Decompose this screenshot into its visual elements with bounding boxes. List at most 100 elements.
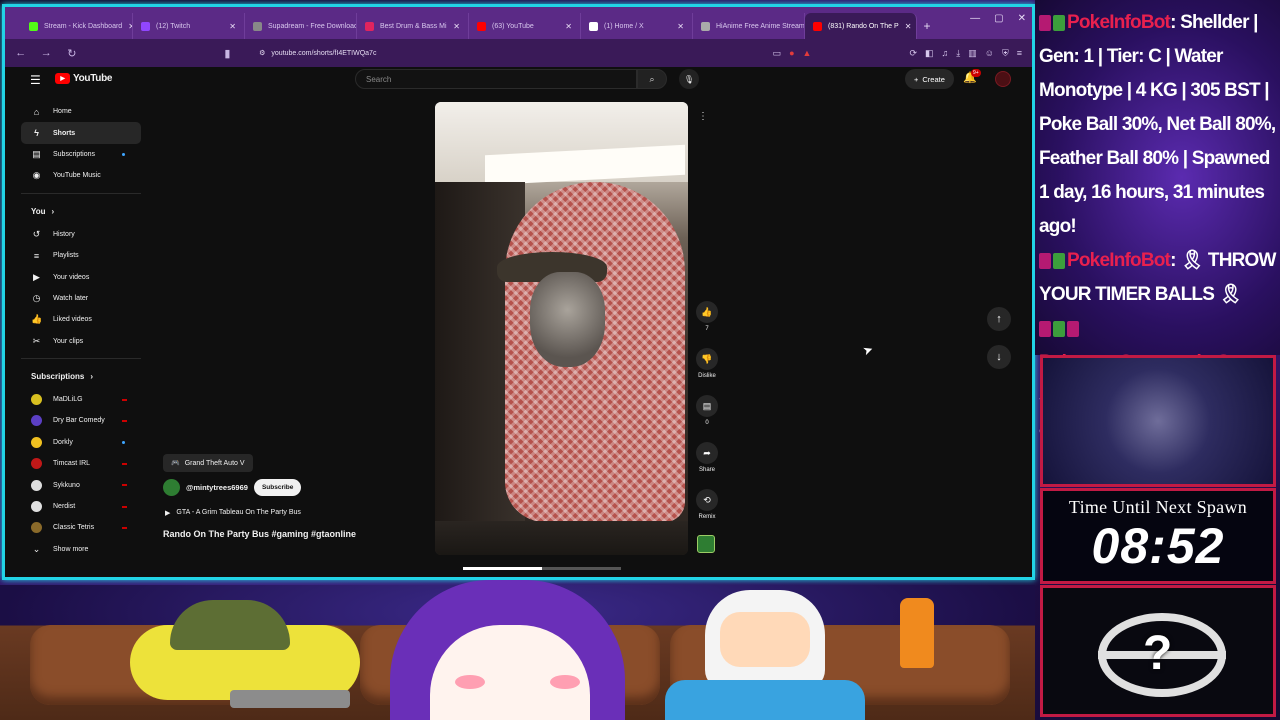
chat-badge-icon — [1053, 320, 1065, 337]
account-avatar[interactable] — [995, 71, 1011, 87]
browser-tab[interactable]: Best Drum & Bass Mi ✕ — [357, 13, 469, 39]
hamburger-menu-icon[interactable]: ☰ — [30, 73, 41, 87]
new-tab-button[interactable]: + — [917, 13, 937, 39]
sidebar-item-watch-later[interactable]: ◷ Watch later — [21, 288, 141, 309]
extension-icon[interactable]: ◧ — [925, 48, 934, 59]
live-indicator-icon — [122, 484, 127, 487]
tab-close-icon[interactable]: ✕ — [453, 22, 460, 31]
browser-tab[interactable]: (12) Twitch ✕ — [133, 13, 245, 39]
tab-close-icon[interactable]: ✕ — [565, 22, 572, 31]
downloads-icon[interactable]: ⤓ — [956, 48, 960, 59]
create-button[interactable]: + Create — [905, 69, 954, 89]
game-chip-label: Grand Theft Auto V — [184, 459, 245, 467]
timer-label: Time Until Next Spawn — [1068, 497, 1248, 517]
browser-tab[interactable]: Stream - Kick Dashboard✕ — [21, 13, 133, 39]
alert-icon[interactable]: ▲ — [803, 48, 812, 59]
live-indicator-icon — [122, 398, 127, 401]
tab-label: Best Drum & Bass Mi — [380, 22, 447, 30]
subscription-item[interactable]: Nerdist — [21, 496, 141, 517]
browser-tab[interactable]: (1) Home / X ✕ — [581, 13, 693, 39]
search-input[interactable]: Search — [355, 69, 637, 89]
tab-close-icon[interactable]: ✕ — [677, 22, 684, 31]
sidebar-item-liked-videos[interactable]: 👍 Liked videos — [21, 309, 141, 330]
sync-icon[interactable]: ⟳ — [909, 48, 917, 59]
forward-icon[interactable]: → — [41, 47, 53, 59]
minimize-icon[interactable]: — — [970, 13, 980, 24]
sidebar-item-your-clips[interactable]: ✂ Your clips — [21, 331, 141, 352]
browser-tab[interactable]: (63) YouTube ✕ — [469, 13, 581, 39]
creator-avatar[interactable] — [163, 479, 180, 496]
sidebar-item-shorts[interactable]: ϟ Shorts — [21, 122, 141, 144]
subscription-item[interactable]: Dry Bar Comedy — [21, 410, 141, 431]
sparkle-effect-panel — [1040, 355, 1276, 487]
subscriptions-section-heading[interactable]: Subscriptions › — [21, 365, 141, 389]
game-chip[interactable]: 🎮 Grand Theft Auto V — [163, 454, 253, 472]
youtube-logo[interactable]: ▶ YouTube — [55, 73, 113, 84]
show-more-button[interactable]: ⌄ Show more — [21, 539, 141, 560]
reload-icon[interactable]: ↻ — [66, 47, 78, 60]
subscription-item[interactable]: MaDLiLG — [21, 389, 141, 410]
tab-bar: Stream - Kick Dashboard✕(12) Twitch✕Supa… — [5, 7, 1032, 39]
sidebar-item-playlists[interactable]: ≡ Playlists — [21, 245, 141, 266]
remix-button[interactable]: ⟲ Remix — [693, 489, 721, 520]
cast-icon[interactable]: ▭ — [773, 48, 782, 59]
maximize-icon[interactable]: ▢ — [994, 13, 1003, 24]
you-heading-label: You — [31, 207, 46, 217]
channel-avatar — [31, 394, 42, 406]
show-more-label: Show more — [53, 545, 89, 553]
army-helmet — [170, 600, 290, 650]
browser-tab[interactable]: HiAnime Free Anime Streamin✕ — [693, 13, 805, 39]
sidebar-item-home[interactable]: ⌂ Home — [21, 101, 141, 122]
subscription-item[interactable]: Timcast IRL — [21, 453, 141, 474]
short-video-player[interactable] — [435, 102, 688, 555]
comments-button[interactable]: ▤ 0 — [693, 395, 721, 426]
tab-close-icon[interactable]: ✕ — [905, 22, 912, 31]
previous-short-button[interactable]: ↑ — [987, 307, 1011, 331]
subscribe-button[interactable]: Subscribe — [253, 479, 302, 496]
next-short-button[interactable]: ↓ — [987, 345, 1011, 369]
dislike-button[interactable]: 👎 Dislike — [693, 348, 721, 379]
you-section-heading[interactable]: You › — [21, 200, 141, 224]
short-title[interactable]: Rando On The Party Bus #gaming #gtaonlin… — [163, 529, 356, 539]
subscription-item[interactable]: Sykkuno — [21, 474, 141, 495]
close-window-icon[interactable]: ✕ — [1018, 13, 1026, 24]
comment-count: 0 — [705, 420, 709, 426]
media-icon[interactable]: ♫ — [942, 48, 949, 59]
new-content-dot — [122, 152, 125, 156]
mic-icon: 🎙 — [683, 74, 695, 84]
creator-name[interactable]: @mintytrees6969 — [186, 483, 248, 492]
browser-window: Stream - Kick Dashboard✕(12) Twitch✕Supa… — [2, 4, 1035, 580]
shield-icon[interactable]: ⛨ — [1002, 48, 1009, 59]
tab-label: (831) Rando On The P — [828, 22, 899, 30]
browser-tab[interactable]: (831) Rando On The P ✕ — [805, 13, 917, 39]
site-info-icon[interactable]: ⚙ — [259, 49, 265, 57]
channel-thumbnail[interactable] — [697, 535, 715, 553]
subscription-item[interactable]: Classic Tetris — [21, 517, 141, 538]
menu-icon[interactable]: ≡ — [1017, 48, 1022, 59]
new-content-dot — [122, 440, 125, 444]
sidebar-item-youtube-music[interactable]: ◉ YouTube Music — [21, 165, 141, 186]
more-options-icon[interactable]: ⋮ — [698, 111, 708, 122]
voice-search-button[interactable]: 🎙 — [679, 69, 699, 89]
video-progress-bar[interactable] — [463, 567, 621, 570]
sidebar: ⌂ Home ϟ Shorts ▤ Subscriptions ◉ YouTube Music… — [21, 101, 141, 560]
browser-tab[interactable]: Supadream - Free Download✕ — [245, 13, 357, 39]
back-icon[interactable]: ← — [15, 47, 27, 59]
sidebar-item-history[interactable]: ↺ History — [21, 224, 141, 245]
bookmark-icon[interactable]: ▮ — [222, 47, 234, 60]
profile-icon[interactable]: ☺ — [985, 48, 994, 59]
sidebar-item-subscriptions[interactable]: ▤ Subscriptions — [21, 144, 141, 165]
subscription-item[interactable]: Dorkly — [21, 432, 141, 453]
adblock-icon[interactable]: ● — [789, 48, 794, 59]
channel-avatar — [31, 415, 42, 427]
remix-label: Remix — [698, 514, 716, 520]
playlist-link[interactable]: ▶ GTA - A Grim Tableau On The Party Bus — [165, 509, 301, 517]
like-button[interactable]: 👍 7 — [693, 301, 721, 332]
share-label: Share — [698, 467, 715, 473]
url-field[interactable]: ⚙ youtube.com/shorts/fI4ETIWQa7c — [259, 44, 758, 62]
sidebar-item-your-videos[interactable]: ▶ Your videos — [21, 266, 141, 287]
search-button[interactable]: ⌕ — [637, 69, 667, 89]
sidebar-icon[interactable]: ▥ — [968, 48, 977, 59]
share-button[interactable]: ➦ Share — [693, 442, 721, 473]
tab-close-icon[interactable]: ✕ — [229, 22, 236, 31]
